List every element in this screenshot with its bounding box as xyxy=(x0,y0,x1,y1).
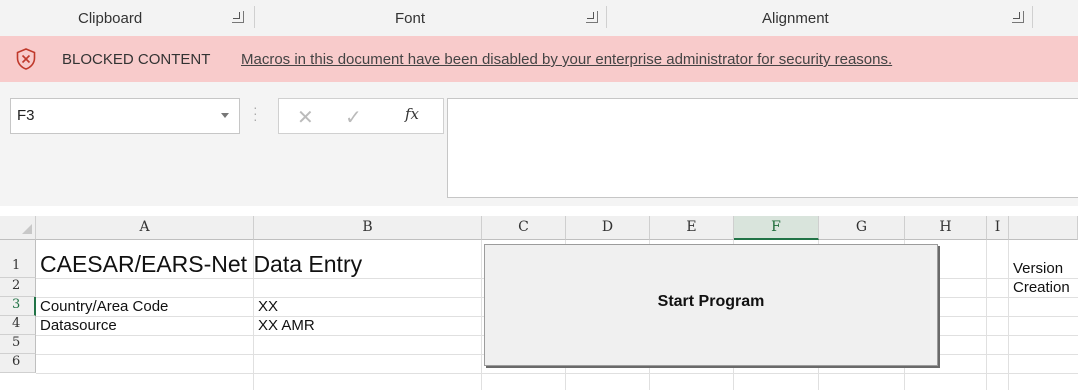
start-program-label: Start Program xyxy=(657,293,765,310)
insert-function-icon[interactable]: fx xyxy=(405,105,419,123)
cell-j1[interactable]: Version xyxy=(1013,260,1063,277)
blocked-content-bar: BLOCKED CONTENT Macros in this document … xyxy=(0,36,1078,83)
formula-buttons: ✕ ✓ fx xyxy=(278,98,444,134)
column-header-c[interactable]: C xyxy=(482,216,566,240)
clipboard-launcher-icon[interactable] xyxy=(232,11,244,23)
shield-x-icon xyxy=(16,48,36,70)
font-launcher-icon[interactable] xyxy=(586,11,598,23)
cancel-formula-icon[interactable]: ✕ xyxy=(297,105,314,130)
cell-b4[interactable]: XX AMR xyxy=(258,317,315,334)
cell-a3[interactable]: Country/Area Code xyxy=(40,298,168,315)
column-header-f[interactable]: F xyxy=(734,216,819,240)
gridline xyxy=(36,373,1078,374)
gridline xyxy=(1008,240,1009,390)
ribbon-separator xyxy=(606,6,607,28)
cell-j2[interactable]: Creation xyxy=(1013,279,1070,296)
cell-a4[interactable]: Datasource xyxy=(40,317,117,334)
column-header-e[interactable]: E xyxy=(650,216,734,240)
row-header-1[interactable]: 1 xyxy=(0,240,36,278)
column-header-j[interactable] xyxy=(1009,216,1078,240)
column-header-b[interactable]: B xyxy=(254,216,482,240)
ribbon-separator xyxy=(254,6,255,28)
blocked-content-title: BLOCKED CONTENT xyxy=(62,51,211,68)
formula-bar-input[interactable] xyxy=(447,98,1078,198)
ribbon-separator xyxy=(1032,6,1033,28)
column-header-h[interactable]: H xyxy=(905,216,987,240)
blocked-content-message-link[interactable]: Macros in this document have been disabl… xyxy=(241,51,892,68)
row-header-3[interactable]: 3 xyxy=(0,297,36,316)
ribbon-group-clipboard: Clipboard xyxy=(78,10,143,27)
grip-dots-icon: · · · xyxy=(253,99,258,127)
gridline xyxy=(481,240,482,390)
row-header-5[interactable]: 5 xyxy=(0,335,36,354)
row-header-2[interactable]: 2 xyxy=(0,278,36,297)
gridline xyxy=(986,240,987,390)
cell-b3[interactable]: XX xyxy=(258,298,278,315)
alignment-launcher-icon[interactable] xyxy=(1012,11,1024,23)
row-header-4[interactable]: 4 xyxy=(0,316,36,335)
ribbon-group-labels: Clipboard Font Alignment xyxy=(0,0,1078,37)
ribbon-group-font: Font xyxy=(395,10,426,27)
ribbon-group-alignment: Alignment xyxy=(762,10,829,27)
row-header-6[interactable]: 6 xyxy=(0,354,36,373)
name-box-value: F3 xyxy=(17,107,35,124)
cell-a1[interactable]: CAESAR/EARS-Net Data Entry xyxy=(40,251,362,278)
select-all-triangle-icon[interactable] xyxy=(22,224,32,234)
column-header-g[interactable]: G xyxy=(819,216,905,240)
chevron-down-icon[interactable] xyxy=(221,113,229,118)
enter-formula-icon[interactable]: ✓ xyxy=(345,105,362,130)
column-header-a[interactable]: A xyxy=(36,216,254,240)
column-header-i[interactable]: I xyxy=(987,216,1009,240)
formula-area: F3 · · · ✕ ✓ fx xyxy=(0,82,1078,206)
header-spacer xyxy=(0,206,1078,216)
column-header-d[interactable]: D xyxy=(566,216,650,240)
start-program-button[interactable]: Start Program xyxy=(484,244,938,366)
name-box[interactable]: F3 xyxy=(10,98,240,134)
